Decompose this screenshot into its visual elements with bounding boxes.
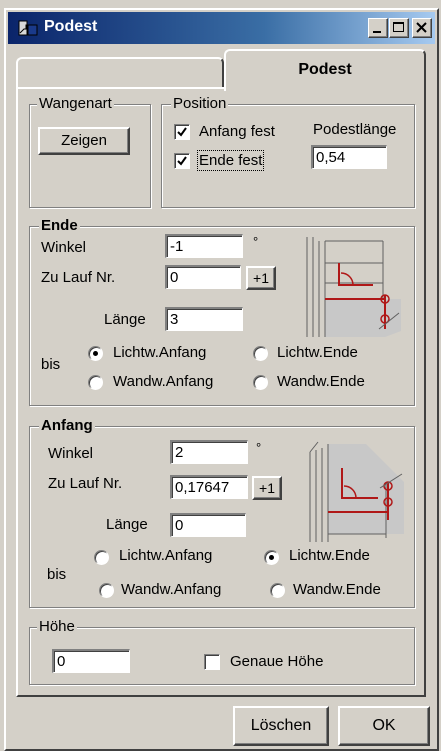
maximize-icon xyxy=(393,22,404,32)
loeschen-button[interactable]: Löschen xyxy=(233,706,329,746)
window-title: Podest xyxy=(44,18,98,35)
minimize-icon xyxy=(373,31,381,33)
tab-inactive[interactable] xyxy=(16,57,224,87)
tab-podest[interactable]: Podest xyxy=(224,49,426,91)
tab-podest-label: Podest xyxy=(298,61,352,78)
maximize-button[interactable] xyxy=(389,18,409,38)
ok-button[interactable]: OK xyxy=(338,706,430,746)
app-icon xyxy=(18,20,38,36)
podest-panel xyxy=(16,87,426,697)
close-icon xyxy=(416,22,427,33)
title-bar[interactable]: Podest xyxy=(8,12,435,44)
minimize-button[interactable] xyxy=(368,18,388,38)
close-button[interactable] xyxy=(412,18,432,38)
